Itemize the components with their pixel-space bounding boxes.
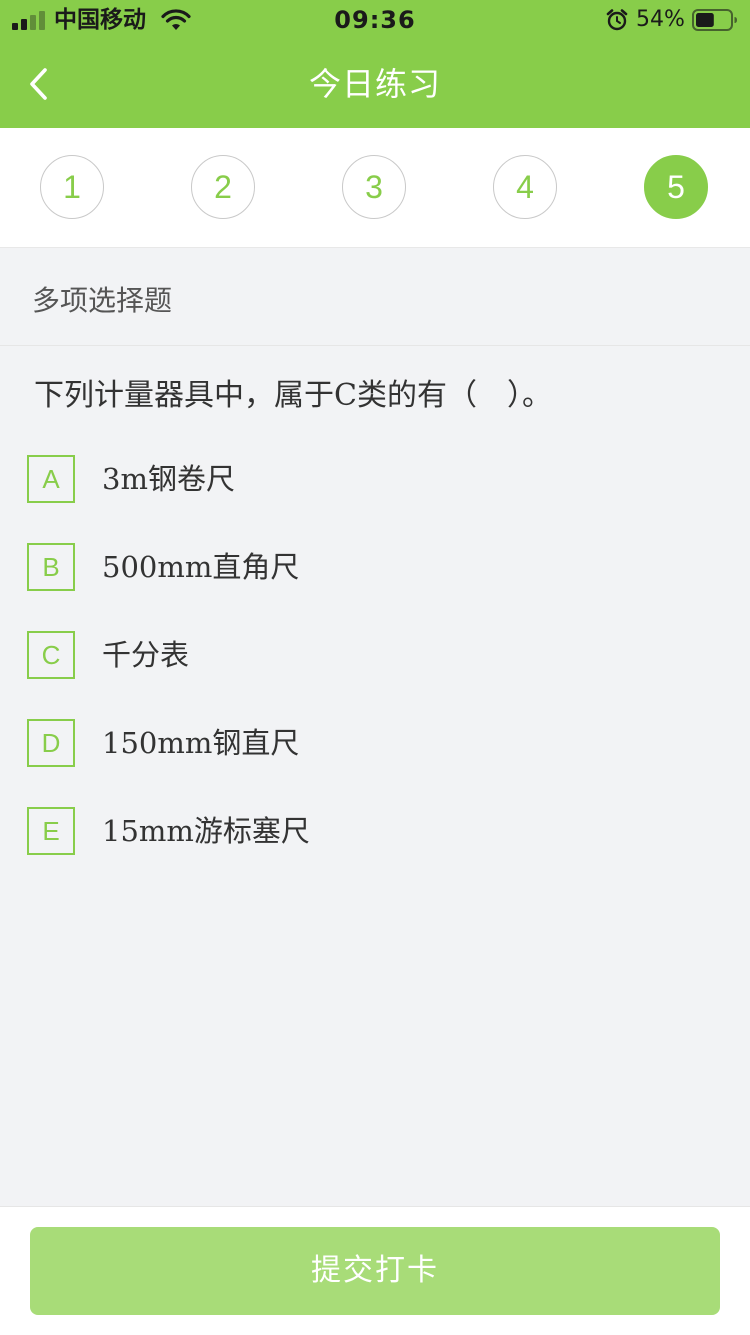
question-number-4[interactable]: 4 xyxy=(493,155,557,219)
option-letter-box: D xyxy=(27,719,75,767)
option-a[interactable]: A 3m钢卷尺 xyxy=(27,455,717,503)
question-type-label: 多项选择题 xyxy=(32,284,173,317)
page-title: 今日练习 xyxy=(308,65,441,103)
status-bar: 中国移动 09:36 54% xyxy=(0,0,750,40)
option-c[interactable]: C 千分表 xyxy=(27,631,717,679)
battery-percent: 54% xyxy=(636,7,685,32)
chevron-left-icon xyxy=(30,68,47,100)
question-number-3[interactable]: 3 xyxy=(342,155,406,219)
alarm-clock-icon xyxy=(606,9,628,31)
option-e[interactable]: E 15mm游标塞尺 xyxy=(27,807,717,855)
option-text: 500mm直角尺 xyxy=(102,550,300,584)
option-letter-box: C xyxy=(27,631,75,679)
option-text: 15mm游标塞尺 xyxy=(102,814,310,848)
battery-icon xyxy=(692,9,737,31)
submit-checkin-button[interactable]: 提交打卡 xyxy=(30,1227,720,1315)
option-letter-box: E xyxy=(27,807,75,855)
option-text: 150mm钢直尺 xyxy=(102,726,300,760)
option-d[interactable]: D 150mm钢直尺 xyxy=(27,719,717,767)
question-number-5[interactable]: 5 xyxy=(644,155,708,219)
question-number-2[interactable]: 2 xyxy=(191,155,255,219)
option-text: 3m钢卷尺 xyxy=(102,462,235,496)
question-type-header: 多项选择题 xyxy=(0,248,750,346)
option-letter-box: A xyxy=(27,455,75,503)
option-b[interactable]: B 500mm直角尺 xyxy=(27,543,717,591)
nav-bar: 今日练习 xyxy=(0,40,750,128)
back-button[interactable] xyxy=(14,60,64,108)
question-text: 下列计量器具中，属于C类的有（ ）。 xyxy=(34,378,552,413)
option-letter-box: B xyxy=(27,543,75,591)
app-header: 中国移动 09:36 54% 今日练习 xyxy=(0,0,750,128)
footer-bar: 提交打卡 xyxy=(0,1206,750,1335)
question-number-1[interactable]: 1 xyxy=(40,155,104,219)
option-text: 千分表 xyxy=(102,638,190,672)
question-number-nav: 1 2 3 4 5 xyxy=(0,128,750,248)
